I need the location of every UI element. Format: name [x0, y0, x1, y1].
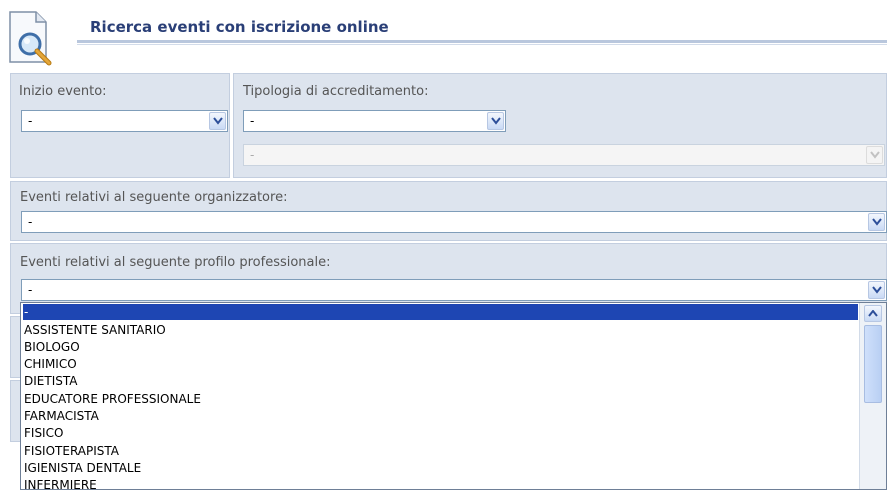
- list-item[interactable]: INFERMIERE: [23, 477, 858, 489]
- list-item[interactable]: ASSISTENTE SANITARIO: [23, 322, 858, 338]
- list-item[interactable]: FISICO: [23, 425, 858, 441]
- chevron-down-icon: [866, 146, 883, 164]
- organizzatore-label: Eventi relativi al seguente organizzator…: [20, 190, 288, 205]
- title-divider-thin: [77, 44, 887, 45]
- tipologia-panel: Tipologia di accreditamento: - -: [233, 73, 887, 178]
- list-item[interactable]: IGIENISTA DENTALE: [23, 460, 858, 476]
- organizzatore-panel: Eventi relativi al seguente organizzator…: [10, 181, 887, 241]
- inizio-evento-select[interactable]: -: [21, 110, 228, 132]
- organizzatore-select[interactable]: -: [21, 211, 887, 233]
- organizzatore-value: -: [28, 215, 33, 229]
- list-item[interactable]: EDUCATORE PROFESSIONALE: [23, 391, 858, 407]
- tipologia-select[interactable]: -: [243, 110, 506, 132]
- inizio-evento-value: -: [28, 114, 33, 128]
- list-item[interactable]: FISIOTERAPISTA: [23, 443, 858, 459]
- profilo-label: Eventi relativi al seguente profilo prof…: [20, 255, 331, 270]
- scrollbar-thumb[interactable]: [864, 325, 882, 403]
- list-item[interactable]: FARMACISTA: [23, 408, 858, 424]
- list-item[interactable]: BIOLOGO: [23, 339, 858, 355]
- list-item[interactable]: CHIMICO: [23, 356, 858, 372]
- tipologia-subselect-value: -: [250, 148, 255, 162]
- page-title: Ricerca eventi con iscrizione online: [90, 18, 389, 36]
- profilo-dropdown-list[interactable]: - ASSISTENTE SANITARIO BIOLOGO CHIMICO D…: [20, 302, 887, 490]
- title-divider: [77, 40, 887, 43]
- tipologia-subselect: -: [243, 144, 885, 166]
- tipologia-label: Tipologia di accreditamento:: [243, 84, 429, 99]
- chevron-down-icon[interactable]: [868, 281, 885, 299]
- document-search-icon: [6, 6, 64, 66]
- inizio-evento-label: Inizio evento:: [19, 84, 107, 99]
- list-item[interactable]: -: [23, 304, 858, 320]
- tipologia-value: -: [250, 114, 255, 128]
- inizio-evento-panel: Inizio evento: -: [10, 73, 230, 178]
- scrollbar[interactable]: [859, 303, 886, 489]
- profilo-value: -: [28, 283, 33, 297]
- chevron-down-icon[interactable]: [209, 112, 226, 130]
- chevron-down-icon[interactable]: [868, 213, 885, 231]
- profilo-select[interactable]: -: [21, 279, 887, 301]
- chevron-down-icon[interactable]: [487, 112, 504, 130]
- chevron-up-icon[interactable]: [864, 305, 882, 322]
- list-item[interactable]: DIETISTA: [23, 373, 858, 389]
